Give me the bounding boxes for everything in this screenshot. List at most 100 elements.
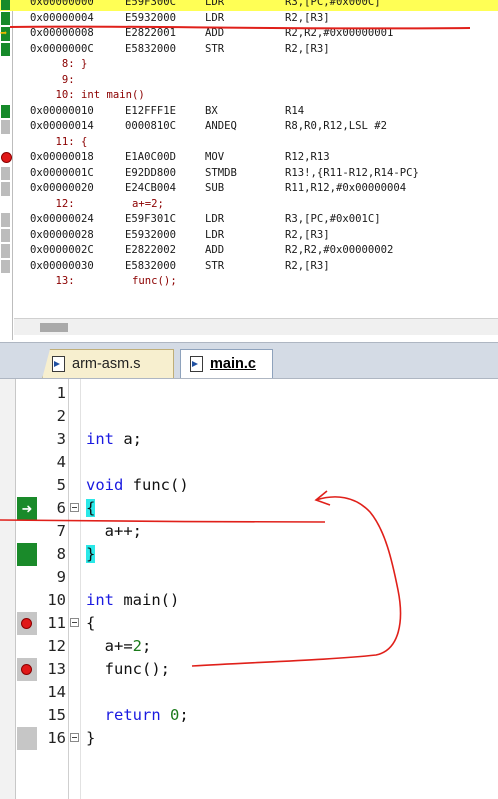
- operands: R2,[R3]: [285, 42, 330, 55]
- disassembly-horizontal-scrollbar[interactable]: [14, 318, 498, 335]
- mnemonic: STMDB: [205, 166, 237, 179]
- address: 0x00000020: [30, 182, 94, 194]
- fold-icon[interactable]: [70, 618, 79, 627]
- disassembly-row[interactable]: 0x0000001C E92DD800 STMDB R13!,{R11-R12,R14…: [0, 166, 498, 182]
- operands: R3,[PC,#0x001C]: [285, 213, 381, 225]
- editor-line[interactable]: 11 {: [0, 612, 498, 635]
- code-coverage-marker[interactable]: [17, 727, 37, 750]
- opcode: E5832000: [125, 259, 177, 272]
- source-line-row[interactable]: 11: {: [0, 135, 498, 151]
- editor-line[interactable]: 1: [0, 382, 498, 405]
- mnemonic: ANDEQ: [205, 120, 237, 132]
- line-number: 14: [47, 683, 66, 701]
- code-text: return 0;: [104, 706, 189, 724]
- fold-icon[interactable]: [70, 503, 79, 512]
- tab-arm-asm[interactable]: arm-asm.s: [42, 349, 174, 379]
- editor-line[interactable]: 3 int a;: [0, 428, 498, 451]
- editor-line[interactable]: 16}: [0, 727, 498, 750]
- code-text: a+=2;: [86, 637, 152, 655]
- line-number: 4: [56, 453, 66, 471]
- tab-main-c[interactable]: main.c: [180, 349, 273, 379]
- source-text: 13: func();: [30, 275, 177, 287]
- address: 0x0000000C: [30, 42, 94, 55]
- source-line-row[interactable]: 13: func();: [0, 274, 498, 290]
- address: 0x00000010: [30, 104, 94, 117]
- matched-brace: }: [86, 545, 96, 563]
- disassembly-row[interactable]: 0x00000028 E5932000 LDR R2,[R3]: [0, 228, 498, 244]
- editor-line[interactable]: 15 return 0;: [0, 704, 498, 727]
- opcode: 0000810C: [125, 120, 177, 132]
- editor-line[interactable]: 7 a++;: [0, 520, 498, 543]
- editor-line[interactable]: 9: [0, 566, 498, 589]
- editor-line[interactable]: 2: [0, 405, 498, 428]
- mnemonic: MOV: [205, 151, 225, 163]
- disassembly-row[interactable]: 0x0000002C E2822002 ADD R2,R2,#0x00000002: [0, 243, 498, 259]
- opcode: E1A0C00D: [125, 151, 177, 163]
- breakpoint-marker[interactable]: [17, 658, 37, 681]
- code-text: int a;: [86, 430, 142, 448]
- source-text: 10: int main(): [30, 89, 145, 101]
- code-text: {: [86, 614, 96, 632]
- fold-icon[interactable]: [70, 733, 79, 742]
- disassembly-row[interactable]: 0x00000000 E59F300C LDR R3,[PC,#0x000C]: [0, 0, 498, 11]
- editor-line[interactable]: 12 a+=2;: [0, 635, 498, 658]
- editor-line[interactable]: 4: [0, 451, 498, 474]
- mnemonic: LDR: [205, 213, 225, 225]
- current-line-arrow-icon: ➡: [0, 26, 8, 40]
- opcode: E12FFF1E: [125, 104, 177, 117]
- code-coverage-marker: [1, 120, 10, 134]
- operands: R2,[R3]: [285, 228, 330, 241]
- disassembly-row[interactable]: 0x00000004 E5932000 LDR R2,[R3]: [0, 11, 498, 27]
- source-editor[interactable]: 1 2 3 int a; 4 5 void func() ➜ 6{7 a++; 8} 9 10 int …: [0, 378, 498, 799]
- address: 0x00000024: [30, 213, 94, 225]
- line-number: 5: [56, 476, 66, 494]
- opcode: E92DD800: [125, 166, 177, 179]
- disassembly-row[interactable]: 0x00000020 E24CB004 SUB R11,R12,#0x00000004: [0, 181, 498, 197]
- disassembly-row[interactable]: 0x0000000C E5832000 STR R2,[R3]: [0, 42, 498, 58]
- opcode: E2822001: [125, 27, 177, 39]
- operands: R11,R12,#0x00000004: [285, 182, 407, 194]
- disassembly-row[interactable]: 0x00000024 E59F301C LDR R3,[PC,#0x001C]: [0, 212, 498, 228]
- breakpoint-marker[interactable]: [17, 612, 37, 635]
- editor-line[interactable]: ➜ 6 {: [0, 497, 498, 520]
- source-text: 8: }: [30, 58, 88, 70]
- executed-marker[interactable]: [17, 543, 37, 566]
- code-text: {: [86, 497, 96, 520]
- source-line-row[interactable]: 12: a+=2;: [0, 197, 498, 213]
- scrollbar-thumb[interactable]: [40, 323, 68, 332]
- editor-line[interactable]: 5 void func(): [0, 474, 498, 497]
- mnemonic: STR: [205, 42, 225, 55]
- disassembly-row[interactable]: ➡ 0x00000008 E2822001 ADD R2,R2,#0x00000001: [0, 26, 498, 42]
- source-line-row[interactable]: 10: int main(): [0, 88, 498, 104]
- disassembly-window: 0x00000000 E59F300C LDR R3,[PC,#0x000C] 0x00…: [0, 0, 498, 340]
- code-text: int main(): [86, 591, 180, 609]
- disassembly-row[interactable]: 0x00000030 E5832000 STR R2,[R3]: [0, 259, 498, 275]
- disassembly-row[interactable]: 0x00000018 E1A0C00D MOV R12,R13: [0, 150, 498, 166]
- code-text: a++;: [86, 522, 142, 540]
- line-number: 10: [47, 591, 66, 609]
- disassembly-row[interactable]: 0x00000010 E12FFF1E BX R14: [0, 104, 498, 120]
- mnemonic: ADD: [205, 27, 225, 39]
- breakpoint-icon[interactable]: [1, 152, 12, 163]
- code-coverage-marker: [1, 182, 10, 196]
- opcode: E5932000: [125, 228, 177, 241]
- line-number: 11: [47, 614, 66, 632]
- source-line-row[interactable]: 9:: [0, 73, 498, 89]
- mnemonic: BX: [205, 104, 218, 117]
- editor-line[interactable]: 10 int main(): [0, 589, 498, 612]
- operands: R12,R13: [285, 151, 330, 163]
- line-number: 6: [56, 499, 66, 517]
- source-line-row[interactable]: 8: }: [0, 57, 498, 73]
- line-number: 12: [47, 637, 66, 655]
- operands: R14: [285, 104, 305, 117]
- editor-line[interactable]: 8}: [0, 543, 498, 566]
- operands: R2,[R3]: [285, 11, 330, 24]
- editor-line[interactable]: 13 func();: [0, 658, 498, 681]
- disassembly-row[interactable]: 0x00000014 0000810C ANDEQ R8,R0,R12,LSL #2: [0, 119, 498, 135]
- mnemonic: SUB: [205, 182, 225, 194]
- executed-marker: [1, 11, 10, 25]
- current-line-marker[interactable]: ➜: [17, 497, 37, 520]
- editor-line[interactable]: 14: [0, 681, 498, 704]
- operands: R2,[R3]: [285, 259, 330, 272]
- address: 0x00000008: [30, 27, 94, 39]
